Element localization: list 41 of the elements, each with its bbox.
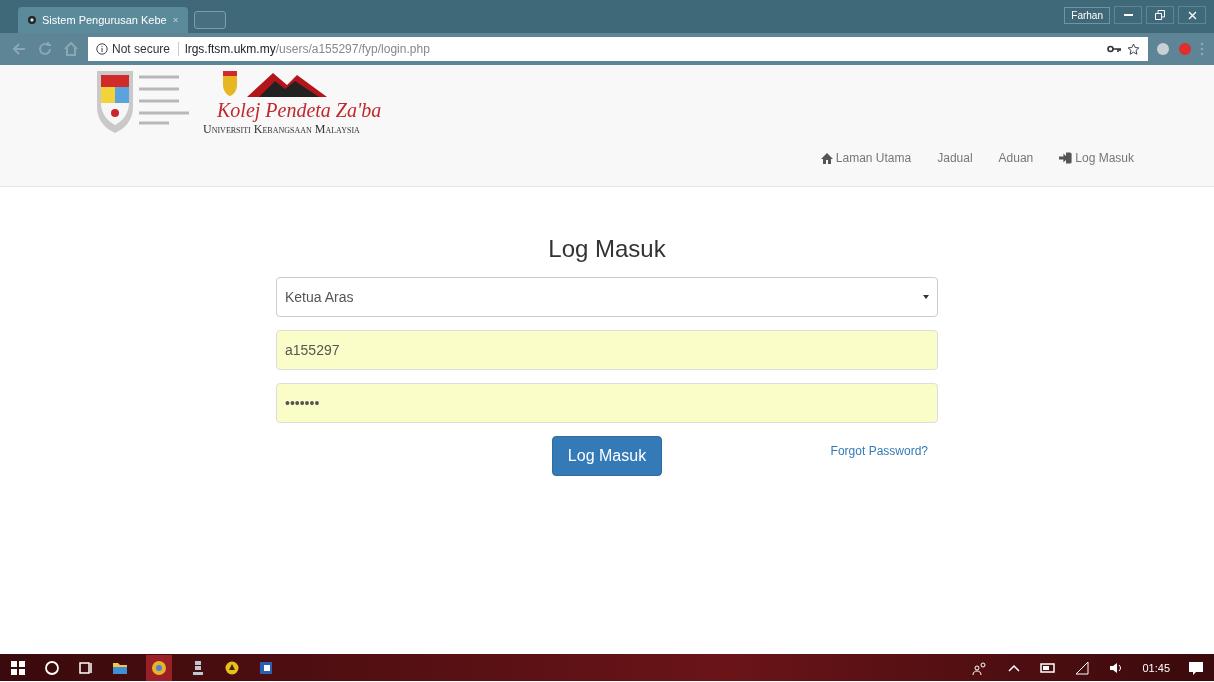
university-name: Universiti Kebangsaan Malaysia	[203, 122, 360, 137]
page-title: Log Masuk	[548, 235, 666, 263]
login-button[interactable]: Log Masuk	[551, 436, 663, 476]
profile-button[interactable]: Farhan	[1064, 6, 1110, 24]
caret-icon	[923, 295, 929, 299]
minimize-icon	[1123, 14, 1133, 16]
login-icon	[1059, 152, 1073, 164]
close-button[interactable]	[1178, 6, 1206, 24]
nav-link[interactable]: Aduan	[998, 151, 1034, 165]
nav-link[interactable]: Jadual	[937, 151, 973, 165]
college-name: Kolej Pendeta Za'ba	[217, 99, 382, 122]
password-field[interactable]: •••••••	[276, 383, 938, 423]
restore-button[interactable]	[1146, 6, 1174, 24]
start-icon[interactable]	[10, 659, 26, 676]
task-view-icon[interactable]	[78, 659, 94, 676]
search-icon[interactable]	[44, 659, 60, 676]
browser-tab[interactable]: Sistem Pengurusan Kebe	[18, 7, 188, 33]
star-icon[interactable]	[1127, 42, 1140, 56]
home-icon	[820, 152, 833, 164]
key-icon[interactable]	[1107, 45, 1121, 53]
minimize-button[interactable]	[1114, 6, 1142, 24]
word-icon[interactable]	[258, 659, 274, 676]
restore-icon	[1155, 10, 1165, 20]
people-icon[interactable]	[972, 659, 989, 676]
close-icon	[1187, 10, 1197, 20]
username-field[interactable]: a155297	[276, 330, 938, 370]
role-dropdown[interactable]: Ketua Aras	[276, 277, 938, 317]
clock[interactable]: 01:45	[1142, 661, 1170, 674]
extension-icon[interactable]	[1156, 42, 1170, 56]
app-icon[interactable]	[224, 659, 240, 676]
forgot-password-link[interactable]: Forgot Password?	[830, 444, 928, 458]
server-icon[interactable]	[190, 659, 206, 676]
address-bar[interactable]: Not secure lrgs.ftsm.ukm.my/users/a155297/fyp/login.php	[88, 37, 1148, 61]
site-icon	[28, 14, 36, 26]
browser-icon[interactable]	[146, 654, 172, 681]
security-label: Not secure	[112, 42, 171, 56]
info-icon	[96, 43, 108, 55]
nav-link[interactable]: Log Masuk	[1059, 151, 1134, 165]
url-text: lrgs.ftsm.ukm.my/users/a155297/fyp/login.php	[185, 42, 431, 56]
notification-icon[interactable]	[1188, 659, 1204, 676]
nav-link[interactable]: Laman Utama	[820, 151, 912, 165]
